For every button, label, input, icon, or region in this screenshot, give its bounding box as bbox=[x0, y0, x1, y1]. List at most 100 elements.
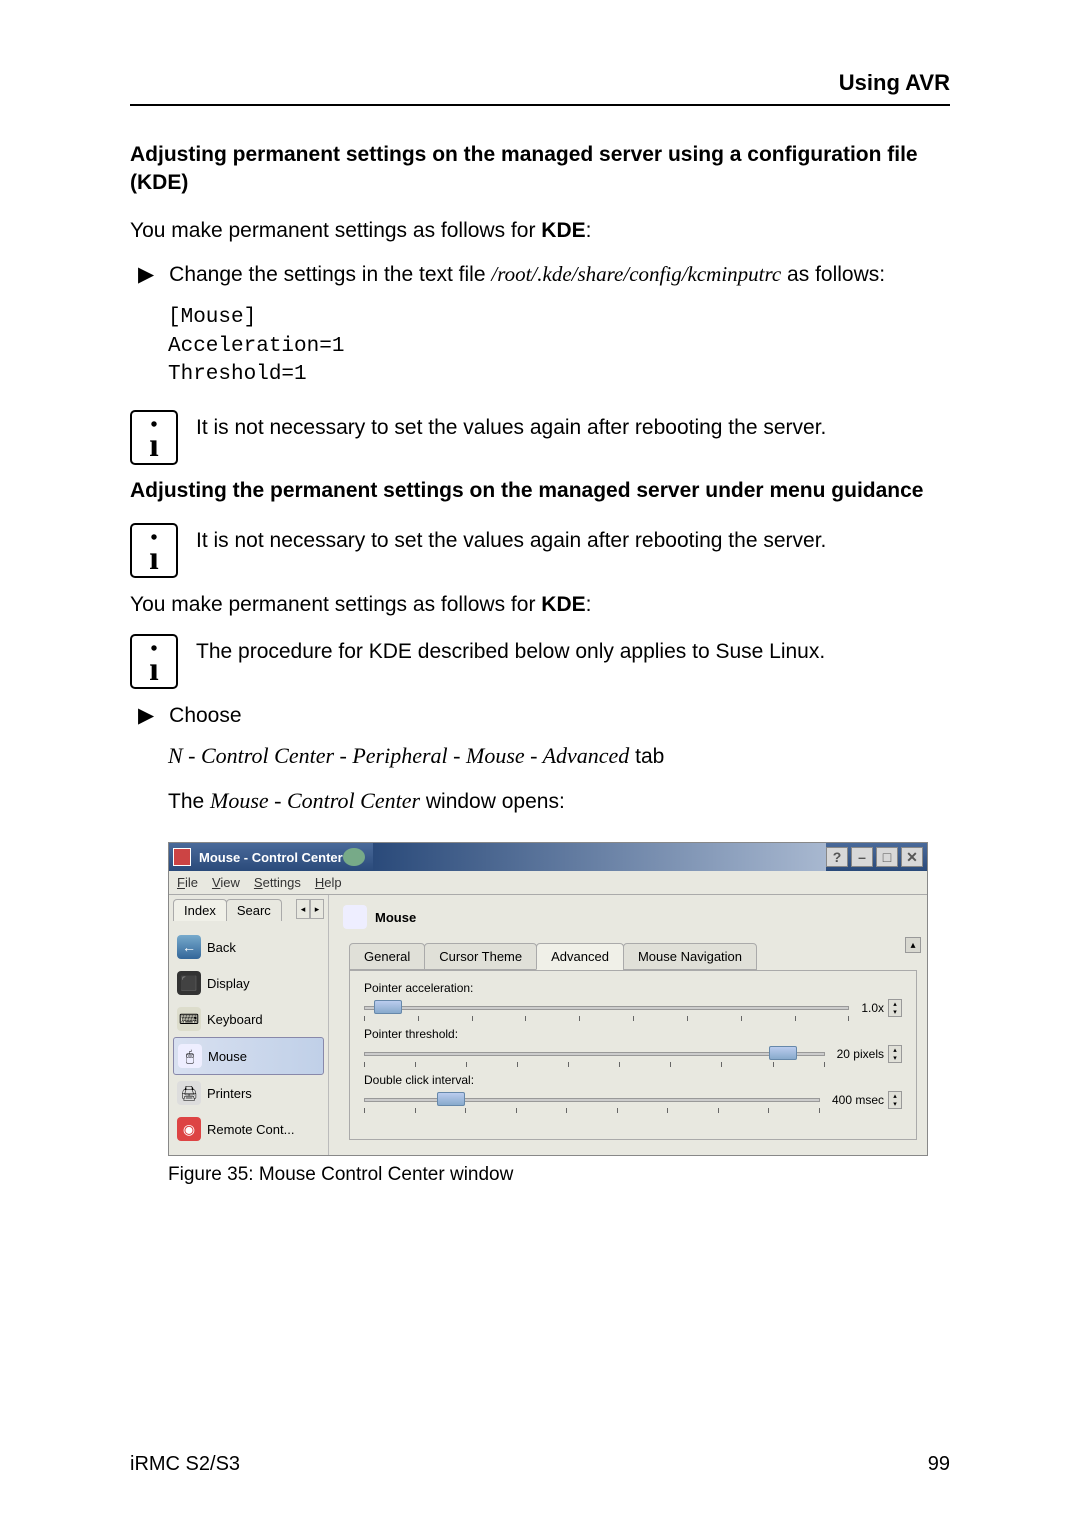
tab-mouse-navigation[interactable]: Mouse Navigation bbox=[623, 943, 757, 970]
wo-1: The bbox=[168, 790, 210, 813]
tab-cursor-theme[interactable]: Cursor Theme bbox=[424, 943, 537, 970]
section1-heading: Adjusting permanent settings on the mana… bbox=[130, 141, 950, 198]
nav-suffix: tab bbox=[629, 745, 664, 768]
accel-spinner[interactable]: ▴▾ bbox=[888, 999, 902, 1017]
intro-colon: : bbox=[586, 593, 592, 616]
info-text: It is not necessary to set the values ag… bbox=[196, 523, 826, 555]
minimize-button[interactable]: – bbox=[851, 847, 873, 867]
sidebar-item-display[interactable]: ⬛ Display bbox=[173, 965, 324, 1001]
bullet-change-settings: ▶ Change the settings in the text file /… bbox=[138, 260, 950, 289]
suse-icon bbox=[343, 848, 365, 866]
code-line: Threshold=1 bbox=[168, 361, 950, 389]
intro-text: You make permanent settings as follows f… bbox=[130, 219, 541, 242]
info-icon bbox=[130, 523, 178, 578]
sidebar-tab-search[interactable]: Searc bbox=[226, 899, 282, 921]
figure-caption: Figure 35: Mouse Control Center window bbox=[168, 1164, 950, 1186]
kde-bold: KDE bbox=[541, 219, 585, 242]
wo-2: window opens: bbox=[420, 790, 565, 813]
back-icon: ← bbox=[177, 935, 201, 959]
info-icon bbox=[130, 410, 178, 465]
help-button[interactable]: ? bbox=[826, 847, 848, 867]
mouse-icon: 🖱 bbox=[178, 1044, 202, 1068]
info-icon bbox=[130, 634, 178, 689]
sidebar-tab-index[interactable]: Index bbox=[173, 899, 227, 921]
page-header: Using AVR bbox=[130, 70, 950, 96]
code-line: Acceleration=1 bbox=[168, 333, 950, 361]
back-label: Back bbox=[207, 940, 236, 955]
nav-path-line: N - Control Center - Peripheral - Mouse … bbox=[168, 741, 950, 772]
accel-slider[interactable] bbox=[364, 999, 849, 1017]
code-block: [Mouse] Acceleration=1 Threshold=1 bbox=[168, 304, 950, 389]
menu-help[interactable]: Help bbox=[315, 875, 342, 890]
nav-path: N - Control Center - Peripheral - Mouse … bbox=[168, 743, 629, 768]
footer-left: iRMC S2/S3 bbox=[130, 1453, 240, 1476]
section2-intro: You make permanent settings as follows f… bbox=[130, 590, 950, 619]
display-label: Display bbox=[207, 976, 250, 991]
config-path: /root/.kde/share/config/kcminputrc bbox=[491, 262, 781, 286]
close-button[interactable]: ✕ bbox=[901, 847, 923, 867]
remote-icon: ◉ bbox=[177, 1117, 201, 1141]
keyboard-icon: ⌨ bbox=[177, 1007, 201, 1031]
menu-view[interactable]: View bbox=[212, 875, 240, 890]
choose-text: Choose bbox=[169, 701, 241, 730]
arrow-icon: ▶ bbox=[138, 262, 154, 287]
sidebar: Index Searc ◂ ▸ ← Back ⬛ Display bbox=[169, 895, 329, 1155]
info-text: The procedure for KDE described below on… bbox=[196, 634, 825, 666]
tab-left-arrow[interactable]: ◂ bbox=[296, 899, 310, 919]
keyboard-label: Keyboard bbox=[207, 1012, 263, 1027]
code-line: [Mouse] bbox=[168, 304, 950, 332]
tab-right-arrow[interactable]: ▸ bbox=[310, 899, 324, 919]
dclick-slider[interactable] bbox=[364, 1091, 820, 1109]
slider-dclick: Double click interval: 400 msec ▴▾ bbox=[364, 1073, 902, 1109]
scroll-up-arrow[interactable]: ▴ bbox=[905, 937, 921, 953]
footer: iRMC S2/S3 99 bbox=[130, 1453, 950, 1476]
printers-icon: 🖨 bbox=[177, 1081, 201, 1105]
sidebar-item-mouse[interactable]: 🖱 Mouse bbox=[173, 1037, 324, 1075]
accel-label: Pointer acceleration: bbox=[364, 981, 902, 995]
menubar: File View Settings Help bbox=[169, 871, 927, 895]
bullet-text-2: as follows: bbox=[781, 263, 885, 286]
menu-settings[interactable]: Settings bbox=[254, 875, 301, 890]
intro-text: You make permanent settings as follows f… bbox=[130, 593, 541, 616]
slider-accel: Pointer acceleration: 1.0x ▴▾ bbox=[364, 981, 902, 1017]
dclick-spinner[interactable]: ▴▾ bbox=[888, 1091, 902, 1109]
threshold-spinner[interactable]: ▴▾ bbox=[888, 1045, 902, 1063]
dclick-value: 400 msec bbox=[832, 1093, 884, 1107]
sidebar-item-back[interactable]: ← Back bbox=[173, 929, 324, 965]
tab-advanced[interactable]: Advanced bbox=[536, 943, 624, 970]
titlebar: Mouse - Control Center ? – □ ✕ bbox=[169, 843, 927, 871]
threshold-value: 20 pixels bbox=[837, 1047, 884, 1061]
header-rule bbox=[130, 104, 950, 106]
window-opens: The Mouse - Control Center window opens: bbox=[168, 786, 950, 817]
window-title: Mouse - Control Center bbox=[199, 850, 343, 865]
display-icon: ⬛ bbox=[177, 971, 201, 995]
kde-bold: KDE bbox=[541, 593, 585, 616]
info-text: It is not necessary to set the values ag… bbox=[196, 410, 826, 442]
maximize-button[interactable]: □ bbox=[876, 847, 898, 867]
mouse-header-icon bbox=[343, 905, 367, 929]
wo-italic: Mouse - Control Center bbox=[210, 788, 420, 813]
control-center-screenshot: Mouse - Control Center ? – □ ✕ File View… bbox=[168, 842, 928, 1156]
sidebar-item-keyboard[interactable]: ⌨ Keyboard bbox=[173, 1001, 324, 1037]
bullet-choose: ▶ Choose bbox=[138, 701, 950, 730]
accel-value: 1.0x bbox=[861, 1001, 884, 1015]
main-panel: Mouse ▴ General Cursor Theme Advanced Mo… bbox=[329, 895, 927, 1155]
window-app-icon bbox=[173, 848, 191, 866]
main-heading: Mouse bbox=[375, 910, 416, 925]
info-box-1: It is not necessary to set the values ag… bbox=[130, 410, 950, 465]
threshold-slider[interactable] bbox=[364, 1045, 825, 1063]
info-box-2: It is not necessary to set the values ag… bbox=[130, 523, 950, 578]
info-box-3: The procedure for KDE described below on… bbox=[130, 634, 950, 689]
mouse-label: Mouse bbox=[208, 1049, 247, 1064]
dclick-label: Double click interval: bbox=[364, 1073, 902, 1087]
intro-colon: : bbox=[586, 219, 592, 242]
bullet-text-1: Change the settings in the text file bbox=[169, 263, 491, 286]
sidebar-item-remote[interactable]: ◉ Remote Cont... bbox=[173, 1111, 324, 1147]
arrow-icon: ▶ bbox=[138, 703, 154, 728]
threshold-label: Pointer threshold: bbox=[364, 1027, 902, 1041]
menu-file[interactable]: File bbox=[177, 875, 198, 890]
slider-threshold: Pointer threshold: 20 pixels ▴▾ bbox=[364, 1027, 902, 1063]
tab-general[interactable]: General bbox=[349, 943, 425, 970]
page-number: 99 bbox=[928, 1453, 950, 1476]
sidebar-item-printers[interactable]: 🖨 Printers bbox=[173, 1075, 324, 1111]
